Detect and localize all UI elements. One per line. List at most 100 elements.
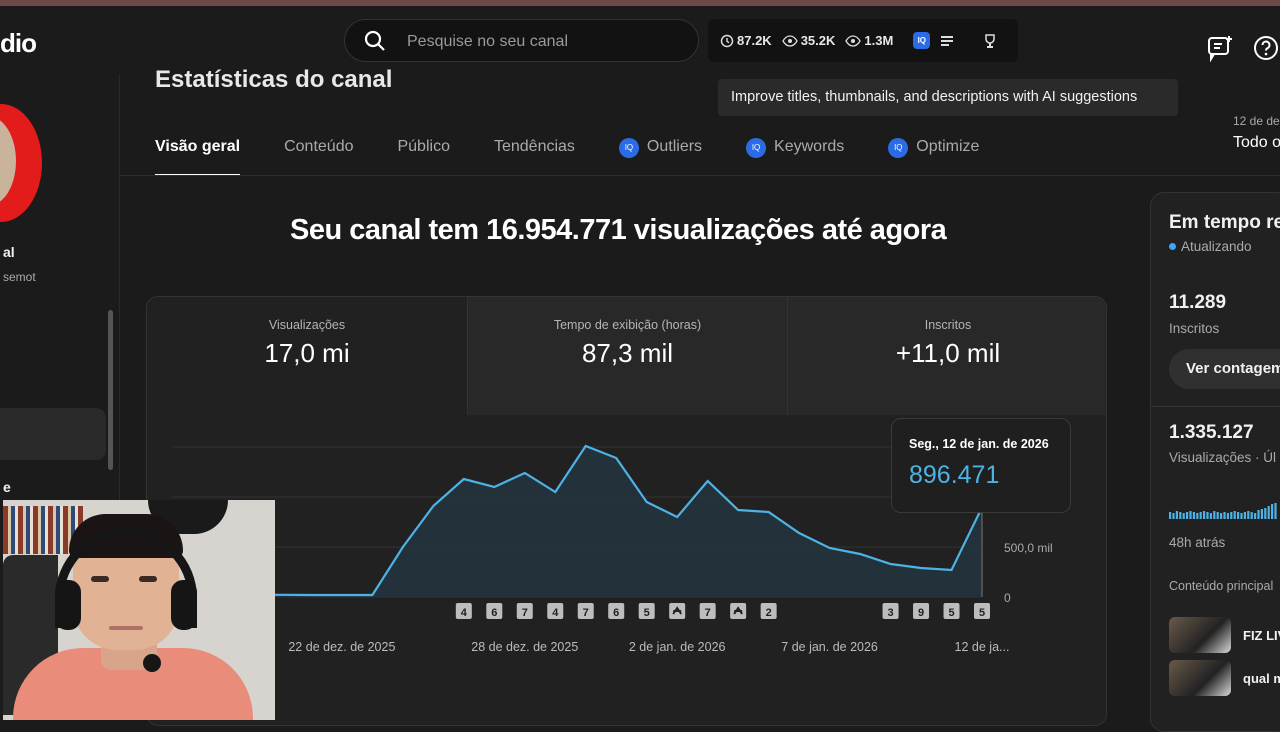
date-range-label: 12 de de [1233, 114, 1280, 128]
headset-left-ear [55, 580, 81, 630]
sparkline-bar [1240, 513, 1242, 519]
y-tick-label: 0 [1004, 591, 1011, 605]
headset-mic [143, 654, 161, 672]
upload-marker-label: 5 [948, 607, 954, 619]
help-icon[interactable] [1252, 34, 1280, 62]
sparkline-bar [1227, 513, 1229, 519]
divider [1151, 406, 1280, 407]
sidebar-item-analytics[interactable] [0, 408, 106, 460]
sidebar-item-label[interactable]: e [3, 479, 11, 495]
feedback-icon[interactable] [1206, 34, 1234, 62]
upload-marker-label: 6 [613, 607, 619, 619]
menu-icon[interactable] [940, 34, 956, 48]
realtime-subscribers-label: Inscritos [1169, 321, 1219, 336]
realtime-title: Em tempo re [1169, 212, 1280, 234]
sparkline-bar [1193, 512, 1195, 519]
upload-marker-label: 3 [887, 607, 893, 619]
tab-label: Optimize [916, 138, 979, 156]
realtime-48h-label: 48h atrás [1169, 535, 1225, 550]
realtime-views-label: Visualizações · Úl [1169, 450, 1276, 465]
sparkline-bar [1172, 513, 1174, 519]
sparkline-bar [1264, 508, 1266, 519]
see-live-count-button[interactable]: Ver contagem [1169, 349, 1280, 389]
search-icon [363, 29, 387, 53]
tab-overview[interactable]: Visão geral [155, 138, 240, 176]
metric-subscribers[interactable]: Inscritos +11,0 mil [787, 297, 1107, 415]
upload-marker-label: 2 [766, 607, 772, 619]
sidebar-scrollbar[interactable] [108, 310, 113, 470]
search-input[interactable]: Pesquise no seu canal [344, 19, 699, 62]
video-title: FIZ LIV [1243, 628, 1280, 643]
sparkline-bar [1169, 512, 1171, 519]
live-dot-icon [1169, 243, 1176, 250]
tab-optimize[interactable]: IQOptimize [888, 138, 979, 176]
sparkline-bar [1268, 506, 1270, 519]
metric-views[interactable]: Visualizações 17,0 mi [147, 297, 467, 415]
x-tick-label: 2 de jan. de 2026 [629, 640, 726, 654]
sparkline-bar [1237, 512, 1239, 519]
realtime-subscribers: 11.289 [1169, 292, 1226, 314]
page-title: Estatísticas do canal [155, 66, 392, 88]
sparkline-bar [1257, 510, 1259, 519]
video-title: qual m [1243, 671, 1280, 686]
realtime-views: 1.335.127 [1169, 422, 1254, 444]
iq-badge-icon[interactable]: IQ [913, 32, 930, 49]
search-placeholder: Pesquise no seu canal [407, 33, 568, 51]
sparkline-bar [1247, 511, 1249, 519]
tab-label: Público [397, 138, 449, 156]
tab-content[interactable]: Conteúdo [284, 138, 353, 176]
metric-label: Inscritos [788, 318, 1107, 332]
tab-trends[interactable]: Tendências [494, 138, 575, 176]
top-content-item[interactable]: FIZ LIV [1169, 617, 1280, 653]
upload-marker-label: 9 [918, 607, 924, 619]
sparkline-bar [1223, 512, 1225, 519]
sparkline-bar [1251, 512, 1253, 519]
video-thumbnail [1169, 617, 1231, 653]
tab-label: Keywords [774, 138, 844, 156]
metric-value: 17,0 mi [147, 338, 467, 369]
trophy-icon[interactable] [982, 33, 998, 49]
sparkline-bar [1213, 511, 1215, 519]
date-range-select[interactable]: Todo o [1233, 134, 1280, 152]
realtime-panel: Em tempo re Atualizando 11.289 Inscritos… [1150, 192, 1280, 732]
ext-stat-views-b[interactable]: 1.3M [845, 33, 893, 48]
sparkline-bar [1230, 512, 1232, 519]
ext-stat-views-a[interactable]: 35.2K [782, 33, 836, 48]
eye [139, 576, 157, 582]
sparkline-bar [1274, 503, 1276, 519]
top-content-item[interactable]: qual m [1169, 660, 1280, 696]
ext-stat-value: 35.2K [801, 33, 836, 48]
tab-keywords[interactable]: IQKeywords [746, 138, 844, 176]
tab-audience[interactable]: Público [397, 138, 449, 176]
tab-outliers[interactable]: IQOutliers [619, 138, 702, 176]
sparkline-bar [1176, 511, 1178, 519]
tooltip-date: Seg., 12 de jan. de 2026 [909, 437, 1053, 451]
realtime-status: Atualizando [1169, 239, 1252, 254]
ext-stat-watch[interactable]: 87.2K [720, 33, 772, 48]
metric-watch-time[interactable]: Tempo de exibição (horas) 87,3 mil [467, 297, 787, 415]
tab-label: Visão geral [155, 138, 240, 156]
sparkline-bar [1261, 509, 1263, 519]
sparkline-bar [1220, 513, 1222, 519]
ext-stat-value: 87.2K [737, 33, 772, 48]
webcam-overlay [3, 500, 275, 720]
tooltip-value: 896.471 [909, 461, 1053, 490]
tab-label: Tendências [494, 138, 575, 156]
metric-label: Tempo de exibição (horas) [468, 318, 787, 332]
chart-tooltip: Seg., 12 de jan. de 2026 896.471 [891, 418, 1071, 513]
upload-marker-label: 7 [583, 607, 589, 619]
extension-toolbar: 87.2K 35.2K 1.3M IQ [708, 19, 1018, 62]
studio-logo[interactable]: dio [0, 28, 36, 59]
sparkline-bar [1271, 504, 1273, 519]
upload-marker-label: 7 [705, 607, 711, 619]
upload-marker-label: 5 [979, 607, 985, 619]
video-thumbnail [1169, 660, 1231, 696]
sparkline-bar [1234, 511, 1236, 519]
top-content-label: Conteúdo principal [1169, 579, 1273, 593]
tab-label: Conteúdo [284, 138, 353, 156]
upload-marker-label: 6 [491, 607, 497, 619]
channel-handle: semot [3, 270, 36, 284]
mouth [109, 626, 143, 630]
x-tick-label: 28 de dez. de 2025 [471, 640, 578, 654]
sparkline-bar [1183, 513, 1185, 519]
